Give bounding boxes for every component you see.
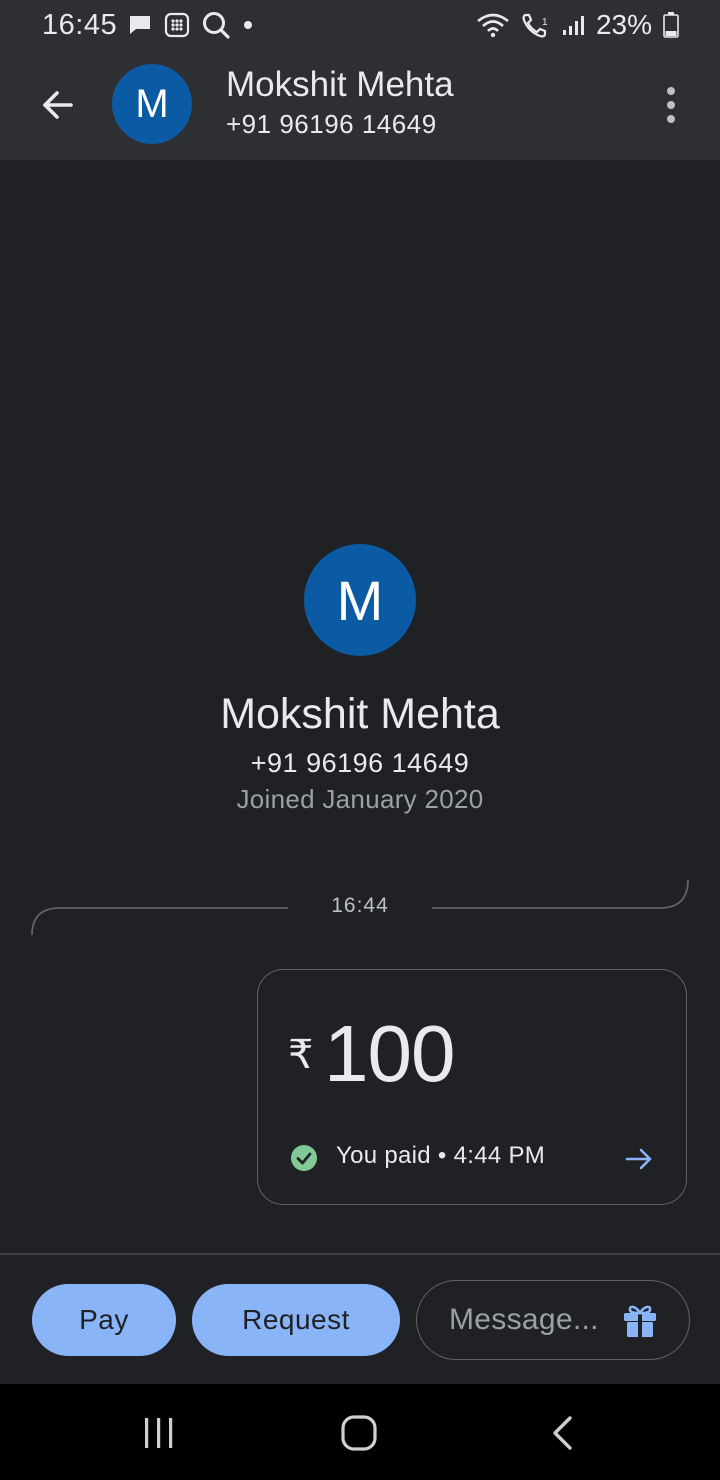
battery-icon [662, 11, 680, 39]
payment-card[interactable]: ₹ 100 You paid • 4:44 PM [257, 969, 687, 1205]
calculator-icon [163, 11, 191, 39]
profile-avatar: M [304, 544, 416, 656]
battery-percentage: 23% [595, 9, 652, 40]
svg-text:1: 1 [542, 17, 548, 28]
payment-amount: 100 [324, 1009, 455, 1098]
more-options-button[interactable] [646, 78, 696, 132]
app-bar: M Mokshit Mehta +91 96196 14649 [0, 50, 720, 160]
bottom-bar: Pay Request Message... [0, 1255, 720, 1384]
recents-icon[interactable] [140, 1414, 178, 1452]
message-placeholder: Message... [449, 1303, 599, 1336]
gift-icon[interactable] [621, 1301, 659, 1339]
back-button[interactable] [30, 78, 84, 132]
timeline-time: 16:44 [331, 894, 389, 917]
message-input[interactable]: Message... [416, 1280, 690, 1360]
home-icon[interactable] [340, 1414, 378, 1452]
payment-status: You paid • 4:44 PM [336, 1142, 546, 1169]
header-contact-info[interactable]: Mokshit Mehta +91 96196 14649 [226, 64, 454, 142]
signal-icon [560, 12, 586, 38]
pay-button[interactable]: Pay [32, 1284, 176, 1356]
request-button[interactable]: Request [192, 1284, 400, 1356]
profile-phone: +91 96196 14649 [250, 748, 470, 778]
currency-symbol: ₹ [288, 1033, 314, 1077]
screen: 16:45 1 23% M Mokshit Mehta +91 96196 14… [0, 0, 720, 1480]
header-contact-name: Mokshit Mehta [226, 65, 454, 104]
profile-joined: Joined January 2020 [236, 784, 484, 814]
system-nav-bar [0, 1384, 720, 1480]
nav-back-icon[interactable] [544, 1414, 582, 1452]
header-avatar[interactable]: M [112, 64, 192, 144]
arrow-back-icon [43, 91, 73, 119]
wifi-call-icon: 1 [520, 11, 550, 39]
more-vert-icon [667, 87, 675, 123]
status-bar: 16:45 1 23% [0, 0, 720, 50]
wifi-icon [476, 11, 510, 39]
status-right: 1 23% [476, 9, 680, 41]
check-circle-icon [291, 1145, 317, 1171]
status-time: 16:45 [42, 8, 118, 41]
dot-icon [241, 18, 255, 32]
message-icon [127, 12, 153, 38]
arrow-forward-icon[interactable] [624, 1144, 654, 1174]
search-icon [201, 10, 231, 40]
profile-name: Mokshit Mehta [220, 690, 500, 738]
status-left: 16:45 [42, 9, 255, 42]
header-contact-phone: +91 96196 14649 [226, 109, 437, 139]
